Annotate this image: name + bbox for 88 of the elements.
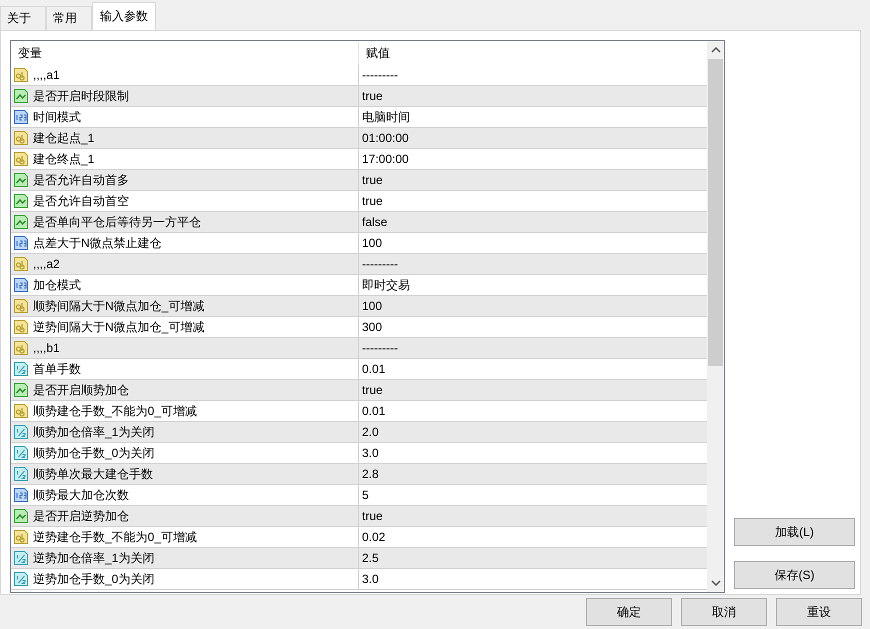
parameter-value: false <box>362 215 388 229</box>
parameter-value: 3.0 <box>362 572 379 586</box>
parameter-name: 顺势加仓倍率_1为关闭 <box>33 424 154 440</box>
parameter-value: 2.5 <box>362 551 379 565</box>
side-button[interactable]: 保存(S) <box>734 561 855 589</box>
digits-page-icon <box>13 487 29 503</box>
parameter-value: 01:00:00 <box>362 131 409 145</box>
digits-page-icon <box>13 277 29 293</box>
parameter-value: 5 <box>362 488 369 502</box>
parameter-name: 建仓起点_1 <box>33 130 94 146</box>
fraction-page-icon <box>13 361 29 377</box>
dialog-button[interactable]: 确定 <box>586 598 672 626</box>
fraction-page-icon <box>13 424 29 440</box>
parameter-value: 0.01 <box>362 362 386 376</box>
parameter-value: 100 <box>362 236 382 250</box>
letters-page-icon <box>13 340 29 356</box>
parameter-value: true <box>362 89 383 103</box>
letters-page-icon <box>13 256 29 272</box>
parameter-name: 顺势单次最大建仓手数 <box>33 466 153 482</box>
parameter-value: 17:00:00 <box>362 152 409 166</box>
parameter-name: 逆势建仓手数_不能为0_可增减 <box>33 528 198 546</box>
parameter-name: 逆势加仓倍率_1为关闭 <box>33 550 154 566</box>
trend-page-icon <box>13 214 29 230</box>
parameter-value: 0.01 <box>362 404 386 418</box>
letters-page-icon <box>13 67 29 83</box>
parameter-name: 是否开启时段限制 <box>33 88 129 104</box>
parameter-name: 点差大于N微点禁止建仓 <box>33 234 162 252</box>
parameter-value: 300 <box>362 320 382 334</box>
parameter-name: 是否开启逆势加仓 <box>33 508 129 524</box>
fraction-page-icon <box>13 445 29 461</box>
parameter-name: ,,,,a1 <box>33 68 60 82</box>
parameter-name: 顺势加仓手数_0为关闭 <box>33 444 154 462</box>
fraction-page-icon <box>13 550 29 566</box>
parameter-value: --------- <box>362 68 398 82</box>
digits-page-icon <box>13 109 29 125</box>
parameter-value: 2.0 <box>362 425 379 439</box>
parameter-value: 即时交易 <box>362 276 410 294</box>
letters-page-icon <box>13 151 29 167</box>
parameter-value: 电脑时间 <box>362 108 410 126</box>
tab[interactable]: 关于 <box>0 6 46 30</box>
parameter-name: 顺势建仓手数_不能为0_可增减 <box>33 402 198 420</box>
parameter-value: true <box>362 383 383 397</box>
parameter-value: true <box>362 509 383 523</box>
parameter-name: 建仓终点_1 <box>33 150 94 168</box>
parameter-name: 首单手数 <box>33 360 81 378</box>
column-header[interactable]: 变量 <box>11 41 358 65</box>
fraction-page-icon <box>13 571 29 587</box>
dialog-button[interactable]: 重设 <box>776 598 862 626</box>
scroll-up-icon[interactable] <box>710 46 720 54</box>
scroll-thumb[interactable] <box>708 59 723 366</box>
parameter-name: 逆势间隔大于N微点加仓_可增减 <box>33 318 204 336</box>
parameter-name: 是否开启顺势加仓 <box>33 382 129 398</box>
trend-page-icon <box>13 193 29 209</box>
tab[interactable]: 常用 <box>46 6 92 30</box>
tab[interactable]: 输入参数 <box>92 2 156 30</box>
parameter-name: 加仓模式 <box>33 276 81 294</box>
dialog-button[interactable]: 取消 <box>681 598 767 626</box>
scroll-down-icon[interactable] <box>710 579 720 587</box>
trend-page-icon <box>13 172 29 188</box>
letters-page-icon <box>13 529 29 545</box>
trend-page-icon <box>13 508 29 524</box>
letters-page-icon <box>13 319 29 335</box>
letters-page-icon <box>13 403 29 419</box>
letters-page-icon <box>13 130 29 146</box>
parameter-name: 是否单向平仓后等待另一方平仓 <box>33 214 201 230</box>
letters-page-icon <box>13 298 29 314</box>
parameter-value: true <box>362 194 383 208</box>
parameter-name: 顺势最大加仓次数 <box>33 486 129 504</box>
parameter-value: 2.8 <box>362 467 379 481</box>
scrollbar[interactable] <box>707 41 724 592</box>
parameter-name: 顺势间隔大于N微点加仓_可增减 <box>33 298 204 314</box>
parameter-name: ,,,,a2 <box>33 257 60 271</box>
parameter-value: 100 <box>362 299 382 313</box>
parameter-name: 时间模式 <box>33 108 81 126</box>
parameter-name: 是否允许自动首空 <box>33 192 129 210</box>
trend-page-icon <box>13 88 29 104</box>
parameter-name: 是否允许自动首多 <box>33 172 129 188</box>
digits-page-icon <box>13 235 29 251</box>
parameter-value: 3.0 <box>362 446 379 460</box>
trend-page-icon <box>13 382 29 398</box>
parameter-value: 0.02 <box>362 530 386 544</box>
parameter-value: true <box>362 173 383 187</box>
parameter-name: 逆势加仓手数_0为关闭 <box>33 570 154 588</box>
parameter-name: ,,,,b1 <box>33 341 60 355</box>
parameter-value: --------- <box>362 341 398 355</box>
fraction-page-icon <box>13 466 29 482</box>
side-button[interactable]: 加载(L) <box>734 518 855 546</box>
parameter-value: --------- <box>362 257 398 271</box>
